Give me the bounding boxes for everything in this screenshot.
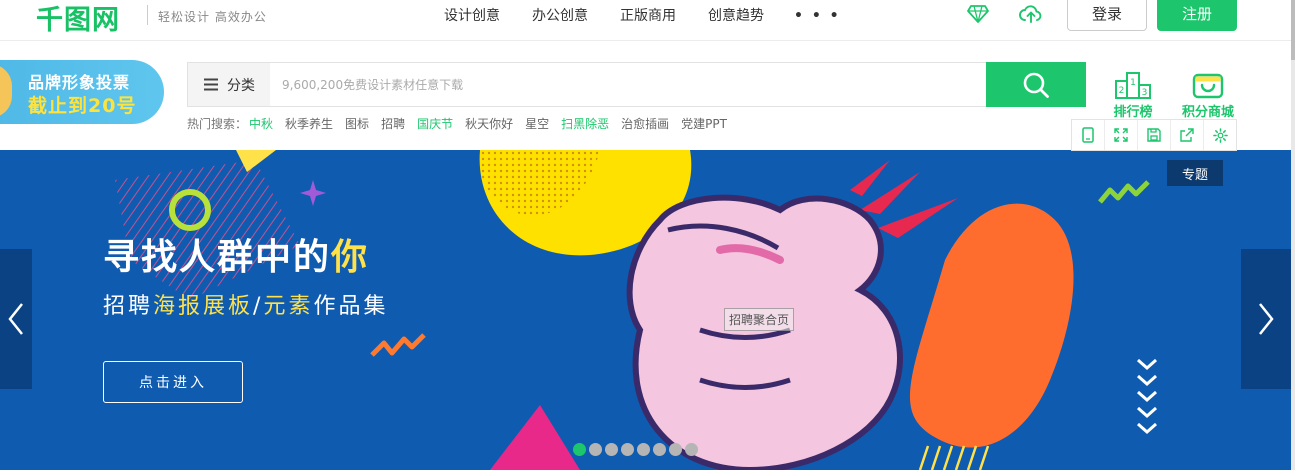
hot-search-item[interactable]: 秋季养生	[285, 115, 333, 132]
hot-search-item[interactable]: 中秋	[249, 115, 273, 132]
carousel-dots	[573, 443, 698, 456]
podium-icon: 2 1 3	[1115, 72, 1151, 99]
save-icon	[1147, 128, 1161, 142]
banner-sub-highlight-2: 元素	[263, 294, 314, 319]
carousel-dot[interactable]	[573, 443, 586, 456]
hot-search-list: 热门搜索： 中秋 秋季养生 图标 招聘 国庆节 秋天你好 星空 扫黑除恶 治愈插…	[187, 115, 727, 132]
carousel-dot[interactable]	[653, 443, 666, 456]
hot-search-item[interactable]: 图标	[345, 115, 369, 132]
tool-phone[interactable]	[1072, 120, 1105, 150]
category-dropdown[interactable]: 分类	[188, 63, 270, 106]
carousel-prev-button[interactable]	[0, 249, 32, 389]
slogan: 轻松设计 高效办公	[158, 10, 267, 24]
shopping-bag-icon	[1192, 73, 1224, 99]
search-input[interactable]	[282, 73, 962, 97]
scrollbar-thumb[interactable]	[1291, 0, 1295, 60]
banner-sub-highlight-1: 海报展板	[153, 294, 254, 319]
podium-second-digit: 2	[1119, 86, 1125, 96]
promo-title: 品牌形象投票	[28, 73, 131, 92]
chevron-right-icon	[1259, 303, 1274, 335]
podium-third-digit: 3	[1142, 88, 1148, 98]
banner-title-main: 寻找人群中的	[103, 237, 332, 278]
hot-search-label: 热门搜索：	[187, 117, 248, 131]
share-icon	[1180, 128, 1194, 142]
banner-title: 寻找人群中的你	[103, 228, 369, 280]
menu-lines-icon	[204, 78, 218, 91]
tool-share[interactable]	[1171, 120, 1204, 150]
search-bar: 分类	[187, 62, 1086, 107]
chevron-left-icon	[8, 303, 23, 335]
menu-item-design[interactable]: 设计创意	[428, 6, 516, 26]
banner-enter-button[interactable]: 点击进入	[103, 361, 243, 403]
carousel-dot[interactable]	[685, 443, 698, 456]
banner-tooltip: 招聘聚合页	[724, 308, 795, 331]
upload-cloud-icon[interactable]	[1019, 2, 1043, 26]
hot-search-item[interactable]: 星空	[525, 115, 549, 132]
gear-icon	[1212, 127, 1228, 143]
main-menu: 设计创意 办公创意 正版商用 创意趋势 • • •	[428, 6, 855, 26]
hot-search-item[interactable]: 治愈插画	[621, 115, 669, 132]
category-label: 分类	[227, 77, 255, 94]
promo-vote-badge[interactable]: 品牌形象投票 截止到20号	[0, 60, 164, 124]
menu-item-trends[interactable]: 创意趋势	[692, 6, 780, 26]
carousel-dot[interactable]	[589, 443, 602, 456]
phone-icon	[1082, 127, 1094, 143]
ranking-label: 排行榜	[1113, 105, 1153, 120]
vip-diamond-icon[interactable]	[966, 2, 990, 26]
logo-divider	[147, 5, 148, 25]
hot-search-item[interactable]: 秋天你好	[465, 115, 513, 132]
menu-more-button[interactable]: • • •	[780, 6, 855, 26]
carousel-dot[interactable]	[605, 443, 618, 456]
menu-item-office[interactable]: 办公创意	[516, 6, 604, 26]
hot-search-item[interactable]: 招聘	[381, 115, 405, 132]
search-icon	[1023, 72, 1049, 98]
login-button[interactable]: 登录	[1067, 0, 1147, 31]
carousel-dot[interactable]	[621, 443, 634, 456]
site-logo[interactable]: 千图网	[36, 0, 120, 37]
floating-toolbar	[1071, 119, 1237, 151]
banner-sub-suffix: 作品集	[313, 294, 389, 319]
hot-search-item[interactable]: 国庆节	[417, 115, 453, 132]
search-button[interactable]	[986, 62, 1086, 107]
banner-title-highlight: 你	[331, 237, 370, 278]
banner-subtitle: 招聘海报展板/元素作品集	[103, 288, 388, 320]
tool-fullscreen[interactable]	[1105, 120, 1138, 150]
register-button[interactable]: 注册	[1157, 0, 1237, 31]
points-mall-label: 积分商城	[1181, 105, 1234, 120]
promo-deadline: 截止到20号	[28, 95, 137, 117]
hot-search-item[interactable]: 扫黑除恶	[561, 115, 609, 132]
podium-first-digit: 1	[1130, 78, 1136, 88]
banner-sub-separator: /	[253, 294, 264, 319]
ranking-link[interactable]: 2 1 3 排行榜	[1103, 71, 1163, 120]
top-navbar: 千图网 轻松设计 高效办公 设计创意 办公创意 正版商用 创意趋势 • • • …	[0, 0, 1295, 41]
hot-search-item[interactable]: 党建PPT	[681, 115, 727, 132]
carousel-next-button[interactable]	[1241, 249, 1291, 389]
tool-save[interactable]	[1138, 120, 1171, 150]
topic-badge: 专题	[1167, 160, 1223, 186]
scrollbar-track[interactable]	[1291, 0, 1295, 470]
promo-mascot-icon	[0, 64, 12, 118]
carousel-dot[interactable]	[637, 443, 650, 456]
tool-settings[interactable]	[1204, 120, 1236, 150]
carousel-dot[interactable]	[669, 443, 682, 456]
hero-banner[interactable]: 寻找人群中的你 招聘海报展板/元素作品集 点击进入 专题 招聘聚合页	[0, 150, 1295, 470]
points-mall-link[interactable]: 积分商城	[1178, 71, 1238, 120]
menu-item-licensed[interactable]: 正版商用	[604, 6, 692, 26]
banner-sub-prefix: 招聘	[103, 294, 154, 319]
expand-icon	[1114, 128, 1128, 142]
